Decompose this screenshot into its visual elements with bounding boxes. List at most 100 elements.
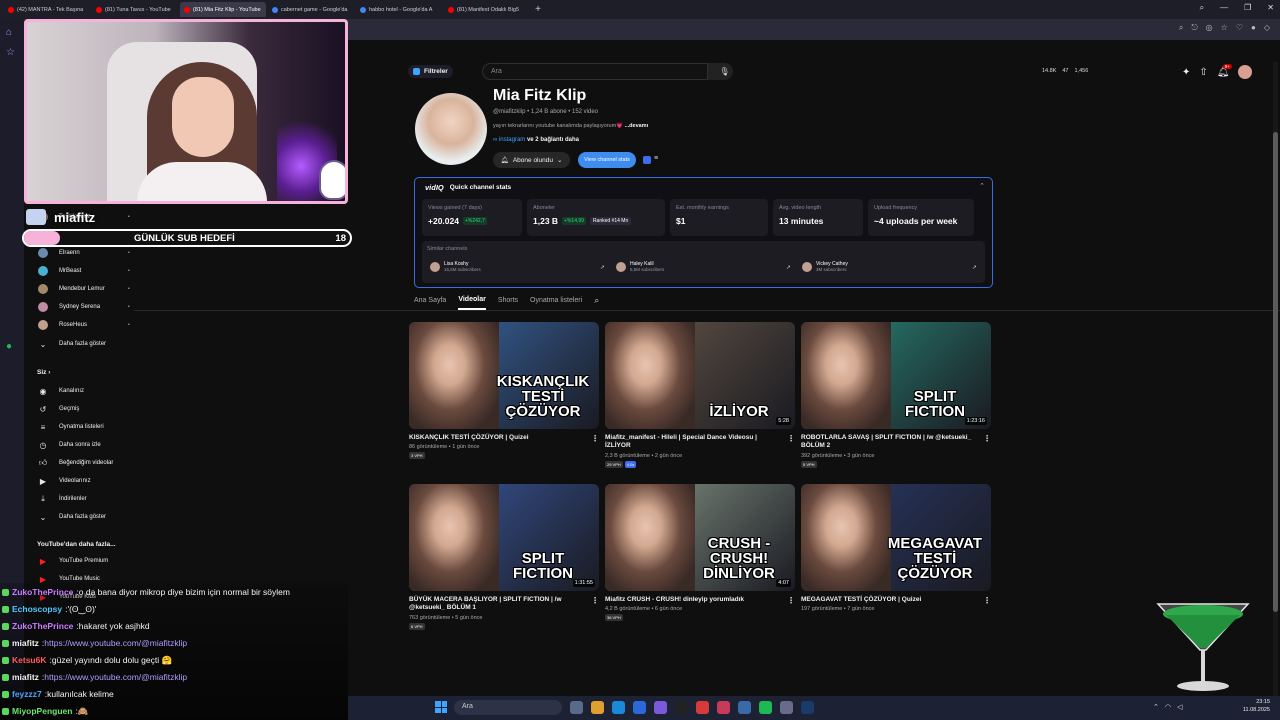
chat-username[interactable]: ZukoThePrince	[12, 587, 73, 597]
new-tab-button[interactable]: +	[532, 4, 544, 16]
sidebar-subscription[interactable]: Mendebur Lemur •	[38, 282, 130, 296]
menu-icon[interactable]: ≡	[654, 155, 658, 162]
chat-username[interactable]: Ketsu6K	[12, 655, 46, 665]
taskbar-search-input[interactable]: Ara	[454, 700, 562, 715]
tab-shorts[interactable]: Shorts	[498, 297, 518, 309]
video-title[interactable]: KISKANÇLIK TESTİ ÇÖZÜYOR | Quizei ⋮	[409, 434, 599, 444]
translate-icon[interactable]: ⎋	[1191, 23, 1197, 33]
sidebar-item[interactable]: ⤓ İndirilenler	[38, 492, 86, 506]
similar-channel[interactable]: Lisa Koshy 16,6M subscribers	[430, 261, 481, 272]
similar-channel[interactable]: Vickey Cathey 3M subscribers	[802, 261, 848, 272]
video-title[interactable]: Miafitz_manifest - Hileli | Special Danc…	[605, 434, 795, 451]
video-title[interactable]: Miafitz CRUSH - CRUSH! dinleyip yorumlad…	[605, 596, 795, 606]
sidebar-subscription[interactable]: Elraenn •	[38, 246, 130, 260]
pin-icon[interactable]: ➚	[972, 264, 977, 271]
tab-playlists[interactable]: Oynatma listeleri	[530, 297, 582, 309]
chat-username[interactable]: Echoscopsy	[12, 604, 62, 614]
search-input[interactable]: Ara	[482, 63, 708, 80]
account-avatar[interactable]	[1238, 65, 1253, 79]
bookmark-icon[interactable]: ☆	[1221, 23, 1228, 33]
channel-search-icon[interactable]: ⌕	[594, 295, 599, 311]
video-title[interactable]: BÜYÜK MACERA BAŞLIYOR | SPLIT FICTION | …	[409, 596, 599, 613]
profile-icon[interactable]: ●	[1251, 23, 1256, 33]
chevron-up-icon[interactable]: ⌃	[1153, 703, 1159, 711]
sidebar-subscription[interactable]: Sydney Serena •	[38, 300, 130, 314]
pin-icon[interactable]: ➚	[786, 264, 791, 271]
more-links[interactable]: ve 2 bağlantı daha	[527, 137, 579, 143]
discord-icon[interactable]	[654, 701, 667, 714]
task-view-icon[interactable]	[570, 701, 583, 714]
chat-link[interactable]: https://www.youtube.com/@miafitzklip	[44, 638, 187, 648]
extension-icon[interactable]: ♡	[1236, 23, 1243, 33]
pin-icon[interactable]: ➚	[600, 264, 605, 271]
terminal-icon[interactable]	[675, 701, 688, 714]
volume-icon[interactable]: ◁	[1177, 703, 1182, 711]
home-icon[interactable]: ⌂	[6, 27, 12, 38]
chat-username[interactable]: ZukoThePrince	[12, 621, 73, 631]
video-thumbnail[interactable]: CRUSH - CRUSH! DİNLİYOR 4:07	[605, 484, 795, 591]
video-card[interactable]: SPLIT FICTION 1:23:16 ROBOTLARLA SAVAŞ | S…	[801, 322, 991, 468]
video-thumbnail[interactable]: SPLIT FICTION 1:31:55	[409, 484, 599, 591]
video-card[interactable]: CRUSH - CRUSH! DİNLİYOR 4:07 Miafitz CRUSH…	[605, 484, 795, 622]
video-card[interactable]: SPLIT FICTION 1:31:55 BÜYÜK MACERA BAŞLIYO…	[409, 484, 599, 630]
more-options-icon[interactable]: ⋮	[983, 596, 991, 606]
chat-username[interactable]: MiyopPenguen	[12, 706, 72, 716]
video-thumbnail[interactable]: SPLIT FICTION 1:23:16	[801, 322, 991, 429]
video-thumbnail[interactable]: KISKANÇLIK TESTİ ÇÖZÜYOR	[409, 322, 599, 429]
sidebar-item[interactable]: ◷ Daha sonra izle	[38, 438, 101, 452]
windows-start-icon[interactable]	[435, 701, 447, 713]
sidebar-item[interactable]: ▶ YouTube Premium	[38, 554, 108, 568]
voice-search-button[interactable]: 🎙︎	[716, 63, 733, 80]
browser-tab[interactable]: (81) Tuna Tavus - YouTube	[92, 2, 178, 17]
chat-username[interactable]: miafitz	[12, 638, 39, 648]
browser-tab[interactable]: (81) Mia Fitz Klip - YouTube	[180, 2, 266, 17]
instagram-link[interactable]: instagram	[499, 137, 525, 143]
clock[interactable]: 23:15 11.08.2025	[1243, 699, 1270, 714]
tab-home[interactable]: Ana Sayfa	[414, 297, 446, 309]
page-scrollbar[interactable]	[1273, 62, 1278, 696]
tab-videos[interactable]: Videolar	[458, 296, 486, 310]
browser-tab[interactable]: cabernet game - Google'da	[268, 2, 354, 17]
mail-icon[interactable]	[633, 701, 646, 714]
video-card[interactable]: İZLİYOR 5:28 Miafitz_manifest - Hileli | S…	[605, 322, 795, 468]
opera-icon[interactable]	[696, 701, 709, 714]
close-window-button[interactable]: ✕	[1267, 3, 1274, 13]
chat-link[interactable]: https://www.youtube.com/@miafitzklip	[44, 672, 187, 682]
channel-links[interactable]: ∞ instagram ve 2 bağlantı daha	[493, 137, 579, 143]
spotify-icon[interactable]	[759, 701, 772, 714]
sidebar-item[interactable]: ≡ Oynatma listeleri	[38, 420, 104, 434]
you-section-header[interactable]: Siz ›	[37, 369, 50, 376]
browser-tab[interactable]: habbo hotel - Google'da A	[356, 2, 442, 17]
ai-icon[interactable]: ◇	[1264, 23, 1270, 33]
description-more-link[interactable]: ...devamı	[625, 123, 649, 129]
sidebar-item[interactable]: ▶ Videolarınız	[38, 474, 91, 488]
more-options-icon[interactable]: ⋮	[591, 434, 599, 444]
chat-username[interactable]: feyzzz7	[12, 689, 42, 699]
video-title[interactable]: MEGAGAVAT TESTİ ÇÖZÜYOR | Quizei ⋮	[801, 596, 991, 606]
sidebar-item[interactable]: 👍︎ Beğendiğim videolar	[38, 456, 114, 470]
more-options-icon[interactable]: ⋮	[787, 596, 795, 606]
similar-channel[interactable]: Haley Kalil 5,5M subscribers	[616, 261, 664, 272]
upload-icon[interactable]: ⇧	[1199, 67, 1207, 78]
screenshot-icon[interactable]: ◎	[1206, 23, 1213, 33]
sidebar-subscription[interactable]: RoseHeus •	[38, 318, 130, 332]
notifications-button[interactable]: 🔔︎ 9+	[1217, 63, 1232, 78]
channel-avatar[interactable]	[415, 93, 487, 165]
browser-tab[interactable]: (81) Manifest Odaklı Big5	[444, 2, 530, 17]
subscribed-button[interactable]: 🔔︎ Abone olundu ⌄	[493, 152, 570, 168]
scrollbar-thumb[interactable]	[1273, 132, 1278, 612]
edge-icon[interactable]	[612, 701, 625, 714]
video-card[interactable]: KISKANÇLIK TESTİ ÇÖZÜYOR KISKANÇLIK TESTİ…	[409, 322, 599, 460]
file-explorer-icon[interactable]	[591, 701, 604, 714]
view-channel-stats-button[interactable]: View channel stats	[578, 152, 636, 168]
settings-icon[interactable]	[738, 701, 751, 714]
search-tabs-icon[interactable]: ⌕	[1200, 3, 1204, 13]
minimize-button[interactable]: —	[1220, 3, 1228, 13]
streaming-app-icon[interactable]	[717, 701, 730, 714]
maximize-button[interactable]: ❐	[1244, 3, 1251, 13]
video-title[interactable]: ROBOTLARLA SAVAŞ | SPLIT FICTION | /w @k…	[801, 434, 991, 451]
gear-icon[interactable]	[780, 701, 793, 714]
video-card[interactable]: MEGAGAVAT TESTİ ÇÖZÜYOR MEGAGAVAT TESTİ Ç…	[801, 484, 991, 614]
more-options-icon[interactable]: ⋮	[983, 434, 991, 444]
create-icon[interactable]: ✦	[1182, 67, 1190, 78]
